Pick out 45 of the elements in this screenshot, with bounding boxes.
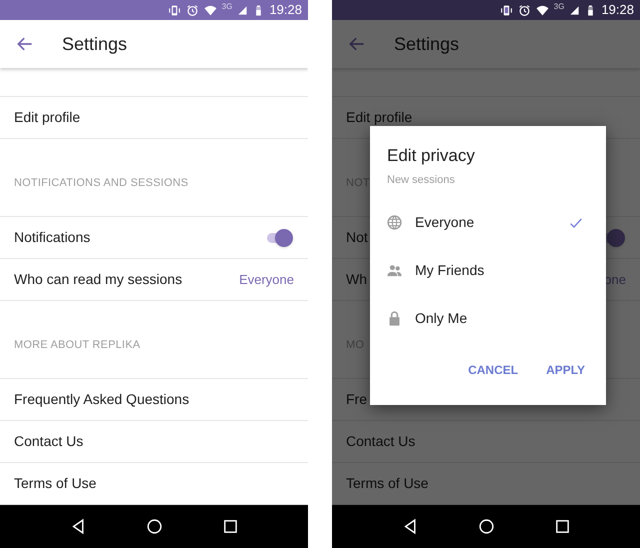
- alarm-icon: [186, 4, 199, 16]
- toggle-switch[interactable]: [265, 228, 293, 246]
- privacy-option[interactable]: Everyone: [370, 198, 606, 246]
- screen-title: Settings: [394, 32, 460, 56]
- menu-item[interactable]: Fre: [346, 389, 367, 410]
- square-icon: [222, 518, 238, 535]
- setting-label: Who can read my sessions: [14, 270, 182, 289]
- alarm-icon: [518, 4, 531, 16]
- back-triangle-icon: [70, 518, 86, 535]
- signal-icon: [569, 4, 580, 16]
- cancel-button[interactable]: CANCEL: [465, 354, 522, 384]
- circle-icon: [146, 518, 162, 535]
- globe-icon: [386, 214, 403, 231]
- signal-icon: [237, 4, 248, 16]
- vibrate-icon: [500, 4, 513, 16]
- privacy-option[interactable]: My Friends: [370, 246, 606, 294]
- privacy-option[interactable]: Only Me: [370, 294, 606, 342]
- square-icon: [554, 518, 570, 535]
- back-triangle-icon: [402, 518, 418, 535]
- menu-item[interactable]: Terms of Use: [346, 473, 428, 494]
- people-icon: [386, 262, 403, 279]
- setting-label: Wh: [346, 270, 367, 289]
- dialog-title: Edit privacy: [386, 146, 476, 166]
- section-header: NOTIFICATIONS AND SESSIONS: [14, 176, 188, 190]
- menu-item[interactable]: Frequently Asked Questions: [14, 389, 190, 410]
- wifi-icon: [204, 4, 217, 16]
- menu-item[interactable]: Terms of Use: [14, 473, 96, 494]
- dialog-subtitle: New sessions: [386, 173, 456, 188]
- setting-value[interactable]: Everyone: [239, 270, 294, 290]
- setting-label: Notifications: [14, 228, 90, 247]
- circle-icon: [478, 518, 494, 535]
- network-label: 3G: [554, 3, 564, 11]
- network-label: 3G: [222, 3, 232, 11]
- menu-item[interactable]: Edit profile: [346, 107, 412, 128]
- menu-item[interactable]: Contact Us: [346, 431, 416, 452]
- vibrate-icon: [168, 4, 181, 16]
- screen-title: Settings: [62, 32, 128, 56]
- setting-label: Not: [346, 228, 368, 247]
- wifi-icon: [536, 4, 549, 16]
- section-header: MORE ABOUT REPLIKA: [14, 338, 140, 352]
- menu-item[interactable]: Contact Us: [14, 431, 84, 452]
- status-time: 19:28: [269, 1, 302, 20]
- apply-button[interactable]: APPLY: [543, 354, 588, 384]
- status-time: 19:28: [601, 1, 634, 20]
- menu-item[interactable]: Edit profile: [14, 107, 80, 128]
